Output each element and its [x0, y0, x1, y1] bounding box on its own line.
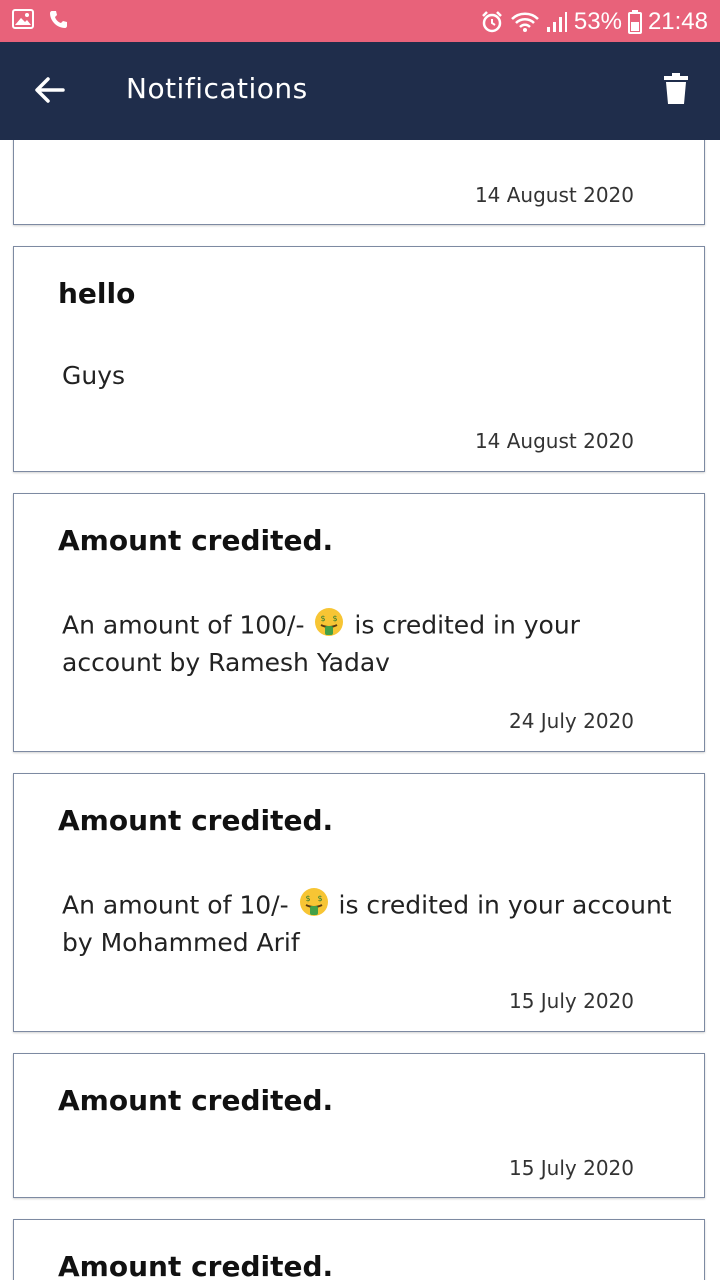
- trash-icon: [664, 73, 688, 109]
- svg-text:$: $: [333, 614, 338, 623]
- notification-date: 14 August 2020: [474, 429, 634, 453]
- notification-title: Amount credited.: [58, 1250, 334, 1280]
- notification-card[interactable]: hello Guys 14 August 2020: [13, 246, 705, 472]
- status-right: 53% 21:48: [480, 8, 708, 36]
- notification-card[interactable]: Amount credited.: [13, 1219, 705, 1280]
- wifi-icon: [510, 11, 540, 33]
- notification-body: An amount of 100/- $ $ is credited in yo…: [62, 607, 682, 680]
- notification-card[interactable]: Amount credited. An amount of 10/- $ $ i…: [13, 773, 705, 1032]
- svg-text:$: $: [305, 894, 310, 903]
- notification-card[interactable]: 14 August 2020: [13, 140, 705, 225]
- notification-card[interactable]: Amount credited. An amount of 100/- $ $ …: [13, 493, 705, 752]
- notification-title: Amount credited.: [58, 1084, 334, 1117]
- notification-date: 15 July 2020: [508, 989, 634, 1013]
- delete-all-button[interactable]: [656, 68, 696, 114]
- notification-date: 14 August 2020: [474, 183, 634, 207]
- money-mouth-face-icon: $ $: [314, 607, 344, 646]
- battery-percent: 53%: [573, 8, 622, 35]
- clock: 21:48: [647, 8, 708, 35]
- notification-date: 24 July 2020: [508, 709, 634, 733]
- status-bar: 53% 21:48: [0, 0, 720, 42]
- signal-icon: [546, 11, 568, 33]
- alarm-icon: [480, 10, 504, 34]
- notification-body: An amount of 10/- $ $ is credited in you…: [62, 887, 682, 960]
- notification-body: Guys: [62, 361, 126, 390]
- notification-card[interactable]: Amount credited. 15 July 2020: [13, 1053, 705, 1198]
- notification-date: 15 July 2020: [508, 1156, 634, 1180]
- battery-icon: [627, 10, 642, 34]
- gallery-icon: [12, 9, 34, 34]
- money-mouth-face-icon: $ $: [299, 887, 329, 926]
- notification-title: Amount credited.: [58, 804, 334, 837]
- svg-text:$: $: [321, 614, 326, 623]
- notification-list[interactable]: 14 August 2020 hello Guys 14 August 2020…: [0, 140, 720, 1280]
- svg-text:$: $: [317, 894, 322, 903]
- notification-title: hello: [58, 277, 136, 310]
- status-left: [12, 9, 68, 34]
- back-button[interactable]: [26, 70, 74, 114]
- app-bar: Notifications: [0, 42, 720, 140]
- notification-title: Amount credited.: [58, 524, 334, 557]
- page-title: Notifications: [126, 72, 308, 105]
- arrow-left-icon: [35, 77, 65, 107]
- phone-icon: [48, 9, 68, 34]
